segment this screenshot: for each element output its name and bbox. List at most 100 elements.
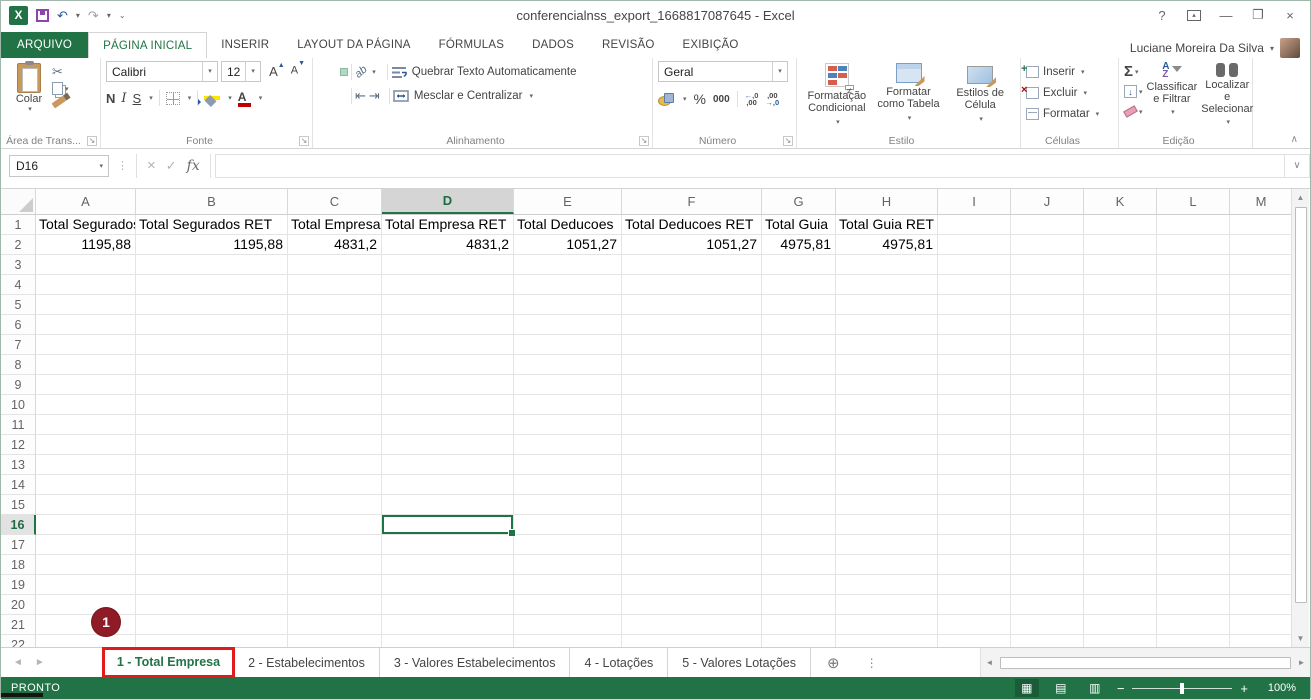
cell-G5[interactable] — [762, 295, 836, 315]
cell-K13[interactable] — [1084, 455, 1157, 475]
delete-button[interactable]: Excluir ▾ — [1021, 82, 1113, 103]
sheet-tab-3-valores-estabelecimentos[interactable]: 3 - Valores Estabelecimentos — [380, 648, 571, 677]
cell-A10[interactable] — [36, 395, 136, 415]
cell-J5[interactable] — [1011, 295, 1084, 315]
fill-color-button[interactable] — [204, 95, 221, 100]
cell-E12[interactable] — [514, 435, 622, 455]
cell-L19[interactable] — [1157, 575, 1230, 595]
cell-H7[interactable] — [836, 335, 938, 355]
wrap-text-button[interactable]: Quebrar Texto Automaticamente — [391, 66, 576, 79]
cell-G10[interactable] — [762, 395, 836, 415]
cell-J16[interactable] — [1011, 515, 1084, 535]
cell-L21[interactable] — [1157, 615, 1230, 635]
font-family-combobox[interactable]: Calibri ▾ — [106, 61, 218, 82]
ribbon-tab-dados[interactable]: DADOS — [518, 32, 588, 58]
cell-G15[interactable] — [762, 495, 836, 515]
cell-K14[interactable] — [1084, 475, 1157, 495]
cell-F8[interactable] — [622, 355, 762, 375]
cell-E3[interactable] — [514, 255, 622, 275]
cell-M21[interactable] — [1230, 615, 1292, 635]
cell-D3[interactable] — [382, 255, 514, 275]
cell-I17[interactable] — [938, 535, 1011, 555]
cell-B16[interactable] — [136, 515, 288, 535]
row-header-6[interactable]: 6 — [1, 315, 36, 335]
cell-M2[interactable] — [1230, 235, 1292, 255]
cell-H17[interactable] — [836, 535, 938, 555]
cell-G9[interactable] — [762, 375, 836, 395]
bold-button[interactable]: N — [106, 91, 115, 106]
cell-I9[interactable] — [938, 375, 1011, 395]
cell-E19[interactable] — [514, 575, 622, 595]
align-center-button[interactable] — [329, 92, 337, 100]
cell-D14[interactable] — [382, 475, 514, 495]
minimize-button[interactable]: — — [1212, 4, 1240, 26]
undo-dropdown-icon[interactable]: ▾ — [76, 11, 80, 20]
column-header-I[interactable]: I — [938, 189, 1011, 214]
align-right-button[interactable] — [340, 92, 348, 100]
column-header-C[interactable]: C — [288, 189, 382, 214]
cell-C14[interactable] — [288, 475, 382, 495]
cell-K7[interactable] — [1084, 335, 1157, 355]
cell-E10[interactable] — [514, 395, 622, 415]
cell-D8[interactable] — [382, 355, 514, 375]
maximize-button[interactable]: ❐ — [1244, 4, 1272, 26]
scroll-right-icon[interactable]: ► — [1293, 658, 1310, 667]
cell-M8[interactable] — [1230, 355, 1292, 375]
cell-B10[interactable] — [136, 395, 288, 415]
cell-F6[interactable] — [622, 315, 762, 335]
conditional-formatting-button[interactable]: ≠ Formatação Condicional ▾ — [802, 61, 872, 131]
cell-K5[interactable] — [1084, 295, 1157, 315]
cell-M20[interactable] — [1230, 595, 1292, 615]
cell-B1[interactable]: Total Segurados RET — [136, 215, 288, 235]
cell-C22[interactable] — [288, 635, 382, 647]
cell-L1[interactable] — [1157, 215, 1230, 235]
find-select-button[interactable]: Localizar e Selecionar ▾ — [1201, 61, 1253, 131]
cell-B9[interactable] — [136, 375, 288, 395]
align-top-button[interactable] — [318, 68, 326, 76]
cell-H9[interactable] — [836, 375, 938, 395]
avatar[interactable] — [1280, 38, 1300, 58]
align-left-button[interactable] — [318, 92, 326, 100]
cell-K16[interactable] — [1084, 515, 1157, 535]
cell-E5[interactable] — [514, 295, 622, 315]
cell-F14[interactable] — [622, 475, 762, 495]
row-header-12[interactable]: 12 — [1, 435, 36, 455]
column-header-F[interactable]: F — [622, 189, 762, 214]
scroll-down-icon[interactable]: ▼ — [1292, 630, 1309, 647]
cell-D20[interactable] — [382, 595, 514, 615]
close-button[interactable]: × — [1276, 4, 1304, 26]
cell-J2[interactable] — [1011, 235, 1084, 255]
cell-C1[interactable]: Total Empresa — [288, 215, 382, 235]
cell-J18[interactable] — [1011, 555, 1084, 575]
cell-M12[interactable] — [1230, 435, 1292, 455]
zoom-slider-thumb[interactable] — [1180, 682, 1185, 694]
cell-F16[interactable] — [622, 515, 762, 535]
cell-M9[interactable] — [1230, 375, 1292, 395]
column-header-B[interactable]: B — [136, 189, 288, 214]
cell-H2[interactable]: 4975,81 — [836, 235, 938, 255]
borders-icon[interactable] — [165, 91, 180, 105]
cell-F21[interactable] — [622, 615, 762, 635]
cell-C10[interactable] — [288, 395, 382, 415]
row-header-16[interactable]: 16 — [1, 515, 36, 535]
cell-J20[interactable] — [1011, 595, 1084, 615]
cell-H19[interactable] — [836, 575, 938, 595]
cell-L11[interactable] — [1157, 415, 1230, 435]
cell-C19[interactable] — [288, 575, 382, 595]
clear-button[interactable]: ▾ — [1123, 103, 1143, 120]
row-header-14[interactable]: 14 — [1, 475, 36, 495]
italic-button[interactable]: I — [121, 91, 126, 106]
cell-D18[interactable] — [382, 555, 514, 575]
cell-L14[interactable] — [1157, 475, 1230, 495]
format-as-table-button[interactable]: Formatar como Tabela ▾ — [874, 61, 944, 131]
cell-J10[interactable] — [1011, 395, 1084, 415]
cell-K6[interactable] — [1084, 315, 1157, 335]
cell-L17[interactable] — [1157, 535, 1230, 555]
cell-A20[interactable] — [36, 595, 136, 615]
cell-A16[interactable] — [36, 515, 136, 535]
cell-I11[interactable] — [938, 415, 1011, 435]
fill-button[interactable]: ↓ ▾ — [1124, 83, 1143, 100]
prev-sheet-icon[interactable]: ◄ — [13, 657, 23, 668]
cell-F10[interactable] — [622, 395, 762, 415]
cell-H6[interactable] — [836, 315, 938, 335]
